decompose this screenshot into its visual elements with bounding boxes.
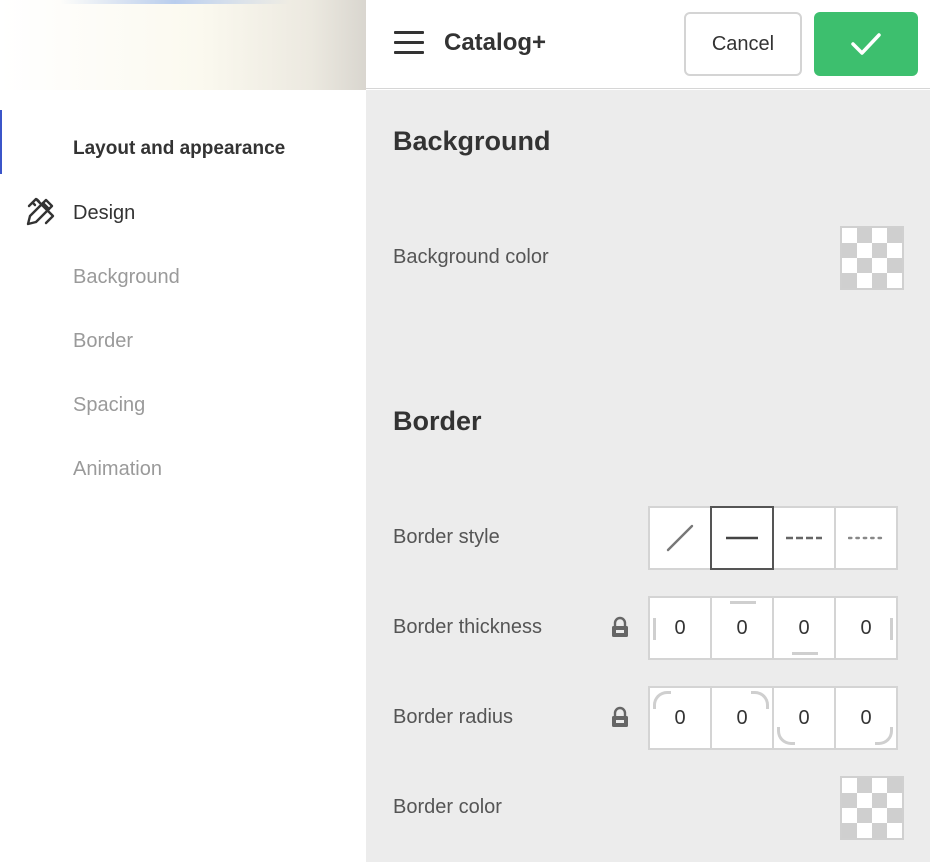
bottom-left-corner-mark	[777, 727, 795, 745]
sidebar-item-spacing[interactable]: Spacing	[73, 394, 145, 417]
none-slash-icon	[666, 524, 694, 552]
border-style-dotted[interactable]	[834, 506, 898, 570]
left-side-mark	[653, 618, 656, 640]
top-side-mark	[730, 601, 756, 604]
app-title: Catalog+	[444, 29, 547, 56]
top-glow	[60, 0, 290, 4]
border-section-title: Border	[393, 406, 482, 436]
right-side-mark	[890, 618, 893, 640]
check-icon	[851, 33, 881, 55]
sidebar: Layout and appearance Design Background …	[0, 90, 366, 862]
dotted-line-icon	[848, 536, 884, 540]
radius-bottom-left-input[interactable]: 0	[772, 686, 836, 750]
confirm-button[interactable]	[814, 12, 918, 76]
border-style-dashed[interactable]	[772, 506, 836, 570]
background-color-label: Background color	[393, 246, 549, 268]
settings-panel: Background Background color Border Borde…	[366, 90, 930, 862]
radius-top-left-input[interactable]: 0	[648, 686, 712, 750]
border-thickness-inputs: 0 0 0 0	[648, 596, 898, 660]
thickness-bottom-value: 0	[798, 616, 810, 639]
border-style-selector	[648, 506, 898, 570]
thickness-left-value: 0	[674, 616, 686, 639]
radius-top-right-input[interactable]: 0	[710, 686, 774, 750]
thickness-right-value: 0	[860, 616, 872, 639]
background-color-swatch[interactable]	[840, 226, 904, 290]
left-top-area	[0, 0, 366, 90]
border-style-none[interactable]	[648, 506, 712, 570]
top-right-corner-mark	[751, 691, 769, 709]
thickness-bottom-input[interactable]: 0	[772, 596, 836, 660]
pen-ruler-icon	[26, 197, 55, 226]
border-style-solid[interactable]	[710, 506, 774, 570]
thickness-right-input[interactable]: 0	[834, 596, 898, 660]
radius-bottom-right-input[interactable]: 0	[834, 686, 898, 750]
background-section-title: Background	[393, 126, 551, 156]
thickness-left-input[interactable]: 0	[648, 596, 712, 660]
thickness-top-value: 0	[736, 616, 748, 639]
solid-line-icon	[726, 536, 758, 540]
thickness-top-input[interactable]: 0	[710, 596, 774, 660]
bottom-side-mark	[792, 652, 818, 655]
radius-bottom-left-value: 0	[798, 706, 810, 729]
border-radius-label: Border radius	[393, 706, 514, 728]
cancel-button[interactable]: Cancel	[684, 12, 802, 76]
border-thickness-label: Border thickness	[393, 616, 542, 638]
sidebar-item-animation[interactable]: Animation	[73, 458, 162, 481]
radius-top-right-value: 0	[736, 706, 748, 729]
border-color-swatch[interactable]	[840, 776, 904, 840]
dashed-line-icon	[786, 536, 822, 540]
border-color-label: Border color	[393, 796, 502, 818]
radius-top-left-value: 0	[674, 706, 686, 729]
hamburger-menu-icon[interactable]	[394, 31, 424, 55]
border-radius-inputs: 0 0 0 0	[648, 686, 898, 750]
border-style-label: Border style	[393, 526, 500, 548]
sidebar-item-layout[interactable]: Layout and appearance	[73, 138, 285, 160]
sidebar-item-background[interactable]: Background	[73, 266, 180, 289]
lock-icon[interactable]	[609, 706, 631, 728]
header: Catalog+ Cancel	[366, 0, 930, 89]
lock-icon[interactable]	[609, 616, 631, 638]
active-indicator	[0, 110, 2, 174]
top-left-corner-mark	[653, 691, 671, 709]
sidebar-item-border[interactable]: Border	[73, 330, 133, 353]
radius-bottom-right-value: 0	[860, 706, 872, 729]
sidebar-item-design[interactable]: Design	[73, 202, 135, 225]
bottom-right-corner-mark	[875, 727, 893, 745]
